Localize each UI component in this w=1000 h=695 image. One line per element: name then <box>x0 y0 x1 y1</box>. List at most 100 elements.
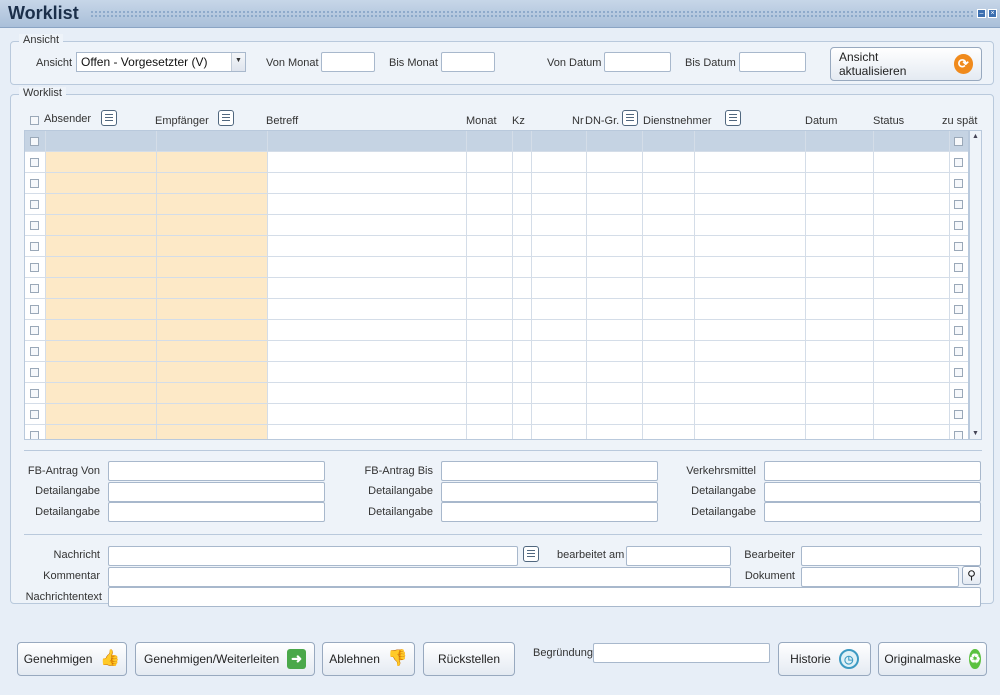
empfaenger-filter-icon[interactable] <box>218 110 234 126</box>
minimize-icon[interactable]: – <box>977 9 986 18</box>
table-row[interactable] <box>25 404 968 425</box>
col-kz: Kz <box>512 115 525 127</box>
von-monat-input[interactable] <box>321 52 375 72</box>
row-checkbox[interactable] <box>30 326 39 335</box>
genehmigen-weiterleiten-button[interactable]: Genehmigen/Weiterleiten ➜ <box>135 642 315 676</box>
historie-button[interactable]: Historie ◷ <box>778 642 871 676</box>
detailangabe-input[interactable] <box>764 482 981 502</box>
dokument-input[interactable] <box>801 567 959 587</box>
dn-gr-filter-icon[interactable] <box>622 110 638 126</box>
table-row[interactable] <box>25 362 968 383</box>
zu-spaet-checkbox[interactable] <box>954 221 963 230</box>
zu-spaet-checkbox[interactable] <box>954 179 963 188</box>
zu-spaet-checkbox[interactable] <box>954 263 963 272</box>
fb-antrag-bis-input[interactable] <box>441 461 658 481</box>
zu-spaet-checkbox[interactable] <box>954 158 963 167</box>
nachricht-calendar-icon[interactable] <box>523 546 539 562</box>
begruendung-input[interactable] <box>593 643 770 663</box>
row-checkbox[interactable] <box>30 347 39 356</box>
col-empfaenger: Empfänger <box>155 115 209 127</box>
table-row[interactable] <box>25 257 968 278</box>
zu-spaet-checkbox[interactable] <box>954 200 963 209</box>
nachricht-label: Nachricht <box>53 549 100 561</box>
ansicht-aktualisieren-button[interactable]: Ansicht aktualisieren ⟳ <box>830 47 982 81</box>
chevron-down-icon[interactable]: ▼ <box>231 53 245 71</box>
row-checkbox[interactable] <box>30 137 39 146</box>
row-checkbox[interactable] <box>30 179 39 188</box>
zu-spaet-checkbox[interactable] <box>954 305 963 314</box>
zu-spaet-checkbox[interactable] <box>954 431 963 439</box>
detailangabe-input[interactable] <box>108 482 325 502</box>
ansicht-select[interactable]: Offen - Vorgesetzter (V) ▼ <box>76 52 246 72</box>
ansicht-group-label: Ansicht <box>19 34 64 46</box>
nachrichtentext-input[interactable] <box>108 587 981 607</box>
title-pattern <box>90 10 975 18</box>
scroll-up-icon[interactable]: ▲ <box>971 132 980 141</box>
row-checkbox[interactable] <box>30 368 39 377</box>
table-row[interactable] <box>25 341 968 362</box>
table-row[interactable] <box>25 173 968 194</box>
table-row[interactable] <box>25 215 968 236</box>
absender-filter-icon[interactable] <box>101 110 117 126</box>
table-row[interactable] <box>25 236 968 257</box>
nachricht-input[interactable] <box>108 546 518 566</box>
ansicht-label: Ansicht <box>36 57 73 69</box>
row-checkbox[interactable] <box>30 305 39 314</box>
col-monat: Monat <box>466 115 497 127</box>
search-icon[interactable]: ⚲ <box>962 566 981 585</box>
table-row[interactable] <box>25 278 968 299</box>
genehmigen-label: Genehmigen <box>23 652 93 666</box>
zu-spaet-checkbox[interactable] <box>954 347 963 356</box>
zu-spaet-checkbox[interactable] <box>954 284 963 293</box>
zu-spaet-checkbox[interactable] <box>954 242 963 251</box>
bearbeiter-input[interactable] <box>801 546 981 566</box>
dienstnehmer-filter-icon[interactable] <box>725 110 741 126</box>
row-checkbox[interactable] <box>30 410 39 419</box>
table-row[interactable] <box>25 383 968 404</box>
ansicht-aktualisieren-label: Ansicht aktualisieren <box>839 50 907 78</box>
row-checkbox[interactable] <box>30 263 39 272</box>
table-row[interactable] <box>25 320 968 341</box>
col-betreff: Betreff <box>266 115 299 127</box>
table-header-row-line[interactable] <box>25 131 968 152</box>
von-datum-label: Von Datum <box>547 57 602 69</box>
detailangabe-label: Detailangabe <box>35 485 100 497</box>
row-checkbox[interactable] <box>30 284 39 293</box>
historie-label: Historie <box>790 652 831 666</box>
zu-spaet-checkbox[interactable] <box>954 326 963 335</box>
detailangabe-input[interactable] <box>441 482 658 502</box>
row-checkbox[interactable] <box>30 389 39 398</box>
ablehnen-button[interactable]: Ablehnen 👎 <box>322 642 415 676</box>
table-row[interactable] <box>25 152 968 173</box>
table-scrollbar[interactable]: ▲ ▼ <box>969 130 982 440</box>
row-checkbox[interactable] <box>30 221 39 230</box>
zu-spaet-checkbox[interactable] <box>954 410 963 419</box>
bis-monat-input[interactable] <box>441 52 495 72</box>
nachrichtentext-label: Nachrichtentext <box>25 591 102 603</box>
zu-spaet-checkbox[interactable] <box>954 368 963 377</box>
bis-datum-input[interactable] <box>739 52 806 72</box>
row-checkbox[interactable] <box>30 431 39 439</box>
table-row[interactable] <box>25 194 968 215</box>
genehmigen-button[interactable]: Genehmigen 👍 <box>17 642 127 676</box>
zu-spaet-checkbox[interactable] <box>954 137 963 146</box>
scroll-down-icon[interactable]: ▼ <box>971 429 980 438</box>
row-checkbox[interactable] <box>30 242 39 251</box>
detailangabe-input[interactable] <box>441 502 658 522</box>
fb-antrag-von-input[interactable] <box>108 461 325 481</box>
verkehrsmittel-input[interactable] <box>764 461 981 481</box>
worklist-table[interactable] <box>24 130 969 440</box>
detailangabe-input[interactable] <box>764 502 981 522</box>
zu-spaet-checkbox[interactable] <box>954 389 963 398</box>
row-checkbox[interactable] <box>30 200 39 209</box>
kommentar-input[interactable] <box>108 567 731 587</box>
table-row[interactable] <box>25 299 968 320</box>
originalmaske-button[interactable]: Originalmaske ♻ <box>878 642 987 676</box>
table-row[interactable] <box>25 425 968 439</box>
select-all-checkbox[interactable] <box>30 116 39 125</box>
close-icon[interactable]: × <box>988 9 997 18</box>
detailangabe-input[interactable] <box>108 502 325 522</box>
row-checkbox[interactable] <box>30 158 39 167</box>
von-datum-input[interactable] <box>604 52 671 72</box>
rueckstellen-button[interactable]: Rückstellen <box>423 642 515 676</box>
